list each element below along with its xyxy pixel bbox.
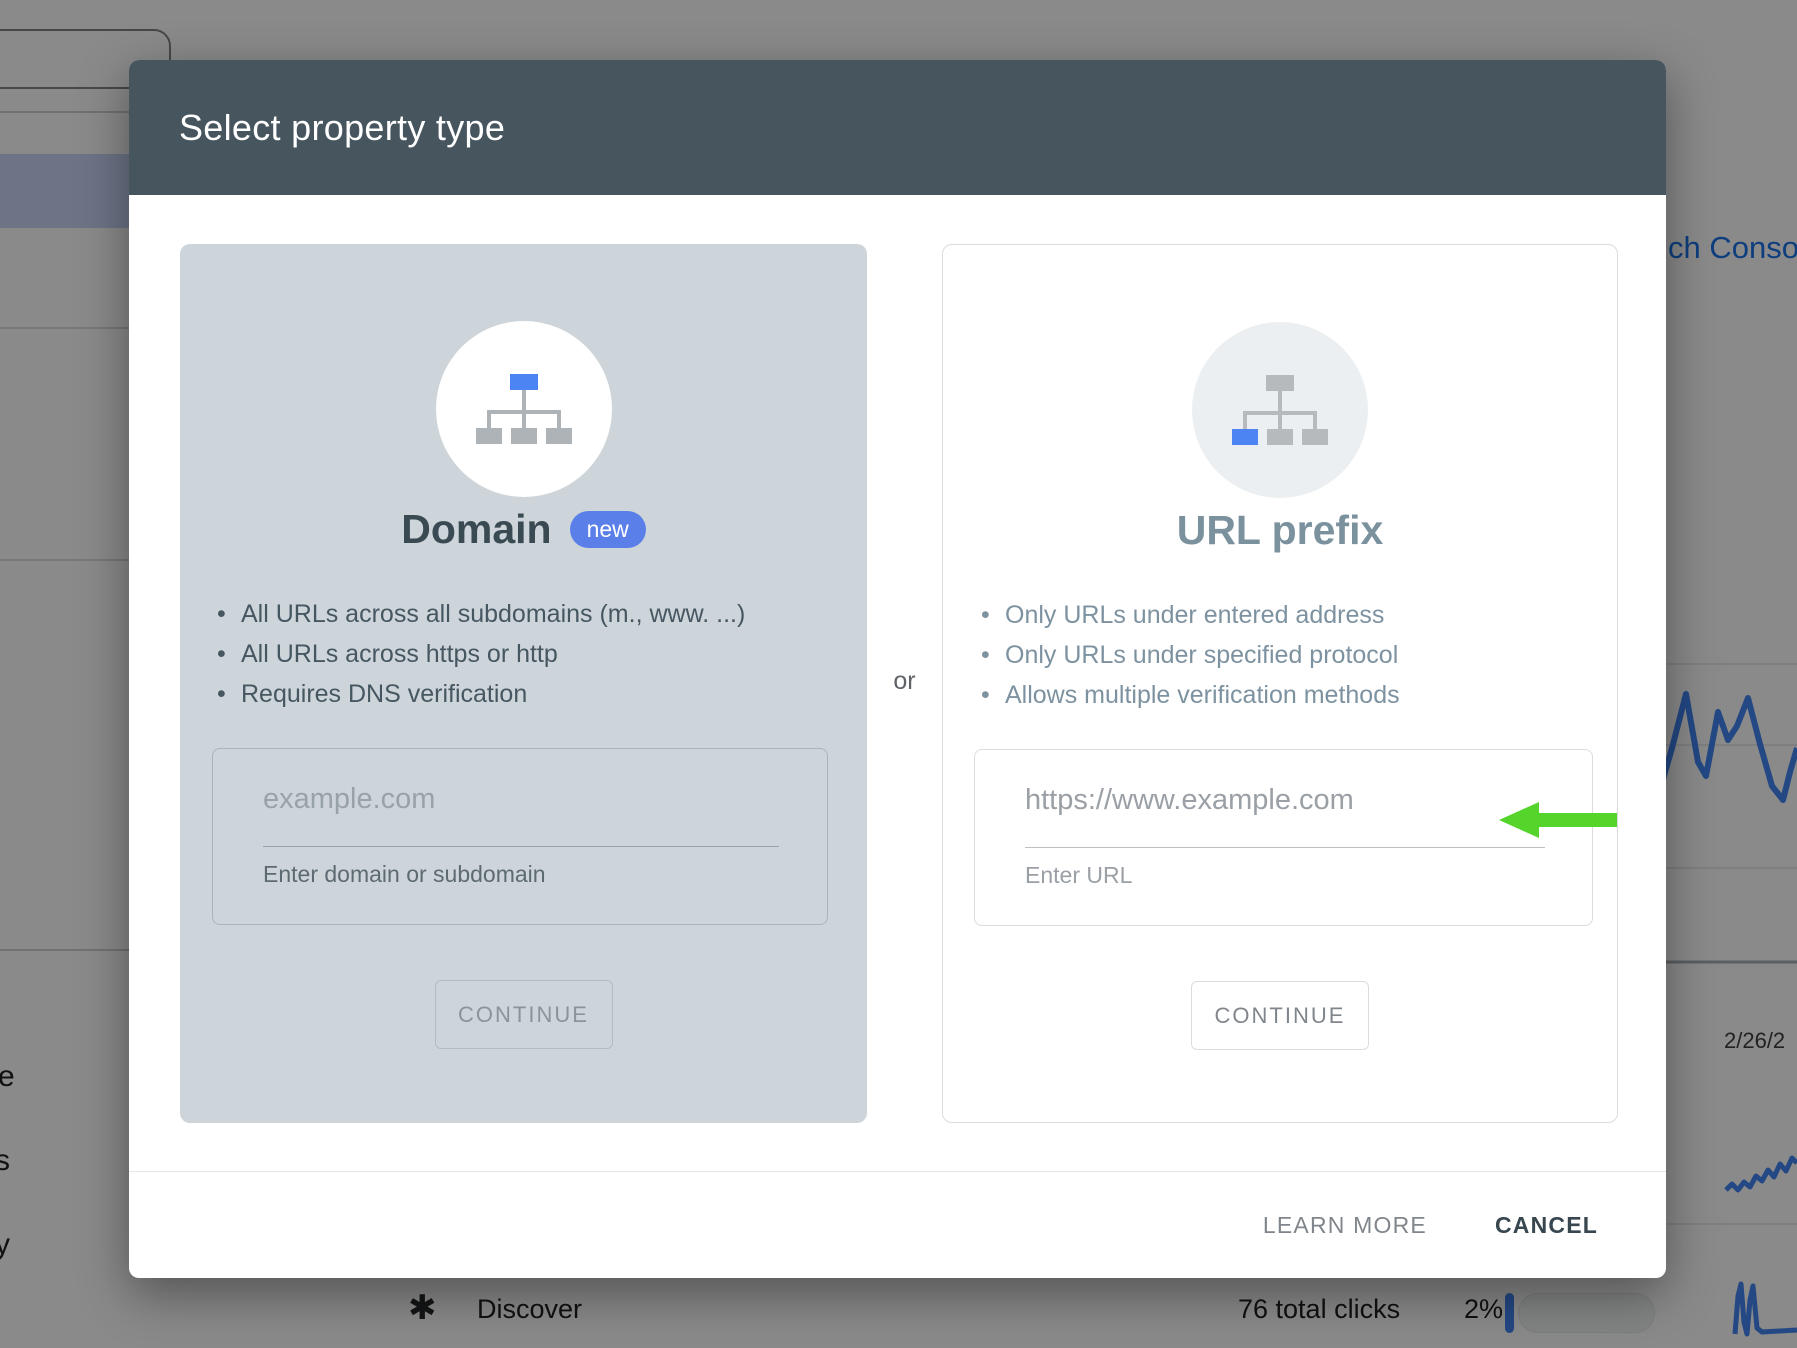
url-input[interactable] bbox=[1025, 784, 1485, 817]
learn-more-button[interactable]: LEARN MORE bbox=[1257, 1198, 1433, 1253]
footer-divider bbox=[129, 1171, 1666, 1172]
url-prefix-card-bullets: •Only URLs under entered address •Only U… bbox=[943, 595, 1617, 715]
domain-card-bullets: •All URLs across all subdomains (m., www… bbox=[180, 594, 867, 714]
dialog-title: Select property type bbox=[179, 107, 505, 149]
new-badge: new bbox=[570, 511, 646, 548]
bullet-dot: • bbox=[981, 675, 1005, 715]
bullet-dot: • bbox=[981, 635, 1005, 675]
domain-sitemap-icon bbox=[476, 374, 572, 444]
bullet-dot: • bbox=[217, 634, 241, 674]
url-prefix-card-title: URL prefix bbox=[1177, 507, 1384, 554]
bullet-text: All URLs across all subdomains (m., www.… bbox=[241, 594, 745, 634]
domain-input[interactable] bbox=[263, 783, 723, 816]
select-property-type-dialog: Select property type Domain new •All URL… bbox=[129, 60, 1666, 1278]
bullet-item: •Only URLs under specified protocol bbox=[981, 635, 1617, 675]
bullet-text: Requires DNS verification bbox=[241, 674, 527, 714]
bullet-text: Only URLs under entered address bbox=[1005, 595, 1384, 635]
bullet-item: •Allows multiple verification methods bbox=[981, 675, 1617, 715]
url-prefix-sitemap-icon bbox=[1232, 375, 1328, 445]
domain-icon-circle bbox=[436, 321, 612, 497]
or-separator: or bbox=[867, 667, 942, 696]
bullet-item: •Only URLs under entered address bbox=[981, 595, 1617, 635]
green-pointer-arrow-icon bbox=[1499, 800, 1619, 840]
url-prefix-property-card[interactable]: URL prefix •Only URLs under entered addr… bbox=[942, 244, 1618, 1123]
url-input-helper: Enter URL bbox=[1025, 862, 1132, 889]
input-underline bbox=[1025, 847, 1545, 848]
bullet-dot: • bbox=[217, 594, 241, 634]
dialog-footer: LEARN MORE CANCEL bbox=[1257, 1198, 1604, 1253]
domain-card-title: Domain bbox=[401, 506, 551, 553]
url-prefix-continue-button[interactable]: CONTINUE bbox=[1191, 981, 1369, 1050]
bullet-dot: • bbox=[981, 595, 1005, 635]
input-underline bbox=[263, 846, 779, 847]
bullet-text: All URLs across https or http bbox=[241, 634, 558, 674]
bullet-text: Allows multiple verification methods bbox=[1005, 675, 1400, 715]
domain-continue-button[interactable]: CONTINUE bbox=[435, 980, 613, 1049]
dialog-header: Select property type bbox=[129, 60, 1666, 195]
domain-property-card[interactable]: Domain new •All URLs across all subdomai… bbox=[180, 244, 867, 1123]
bullet-text: Only URLs under specified protocol bbox=[1005, 635, 1398, 675]
bullet-item: •All URLs across all subdomains (m., www… bbox=[217, 594, 867, 634]
domain-input-helper: Enter domain or subdomain bbox=[263, 861, 546, 888]
cancel-button[interactable]: CANCEL bbox=[1489, 1198, 1604, 1253]
bullet-dot: • bbox=[217, 674, 241, 714]
bullet-item: •Requires DNS verification bbox=[217, 674, 867, 714]
url-prefix-icon-circle bbox=[1192, 322, 1368, 498]
bullet-item: •All URLs across https or http bbox=[217, 634, 867, 674]
url-prefix-card-title-row: URL prefix bbox=[943, 501, 1617, 559]
domain-card-title-row: Domain new bbox=[180, 500, 867, 558]
domain-input-box: Enter domain or subdomain bbox=[212, 748, 828, 925]
